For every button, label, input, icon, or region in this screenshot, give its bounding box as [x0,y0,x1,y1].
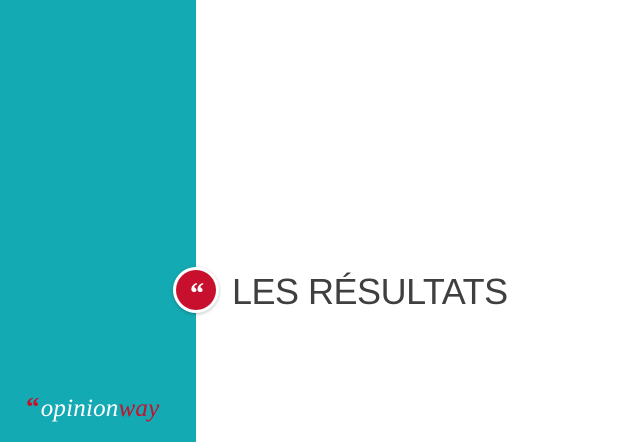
quote-icon: “ [176,270,216,310]
logo-text-way: way [118,395,160,422]
quote-badge: “ [173,267,219,313]
opinionway-logo: “opinionway [26,392,159,424]
section-title: LES RÉSULTATS [232,271,508,312]
side-panel [0,0,196,442]
logo-text-opinion: opinion [40,395,119,422]
logo-quote-mark: “ [26,392,40,422]
